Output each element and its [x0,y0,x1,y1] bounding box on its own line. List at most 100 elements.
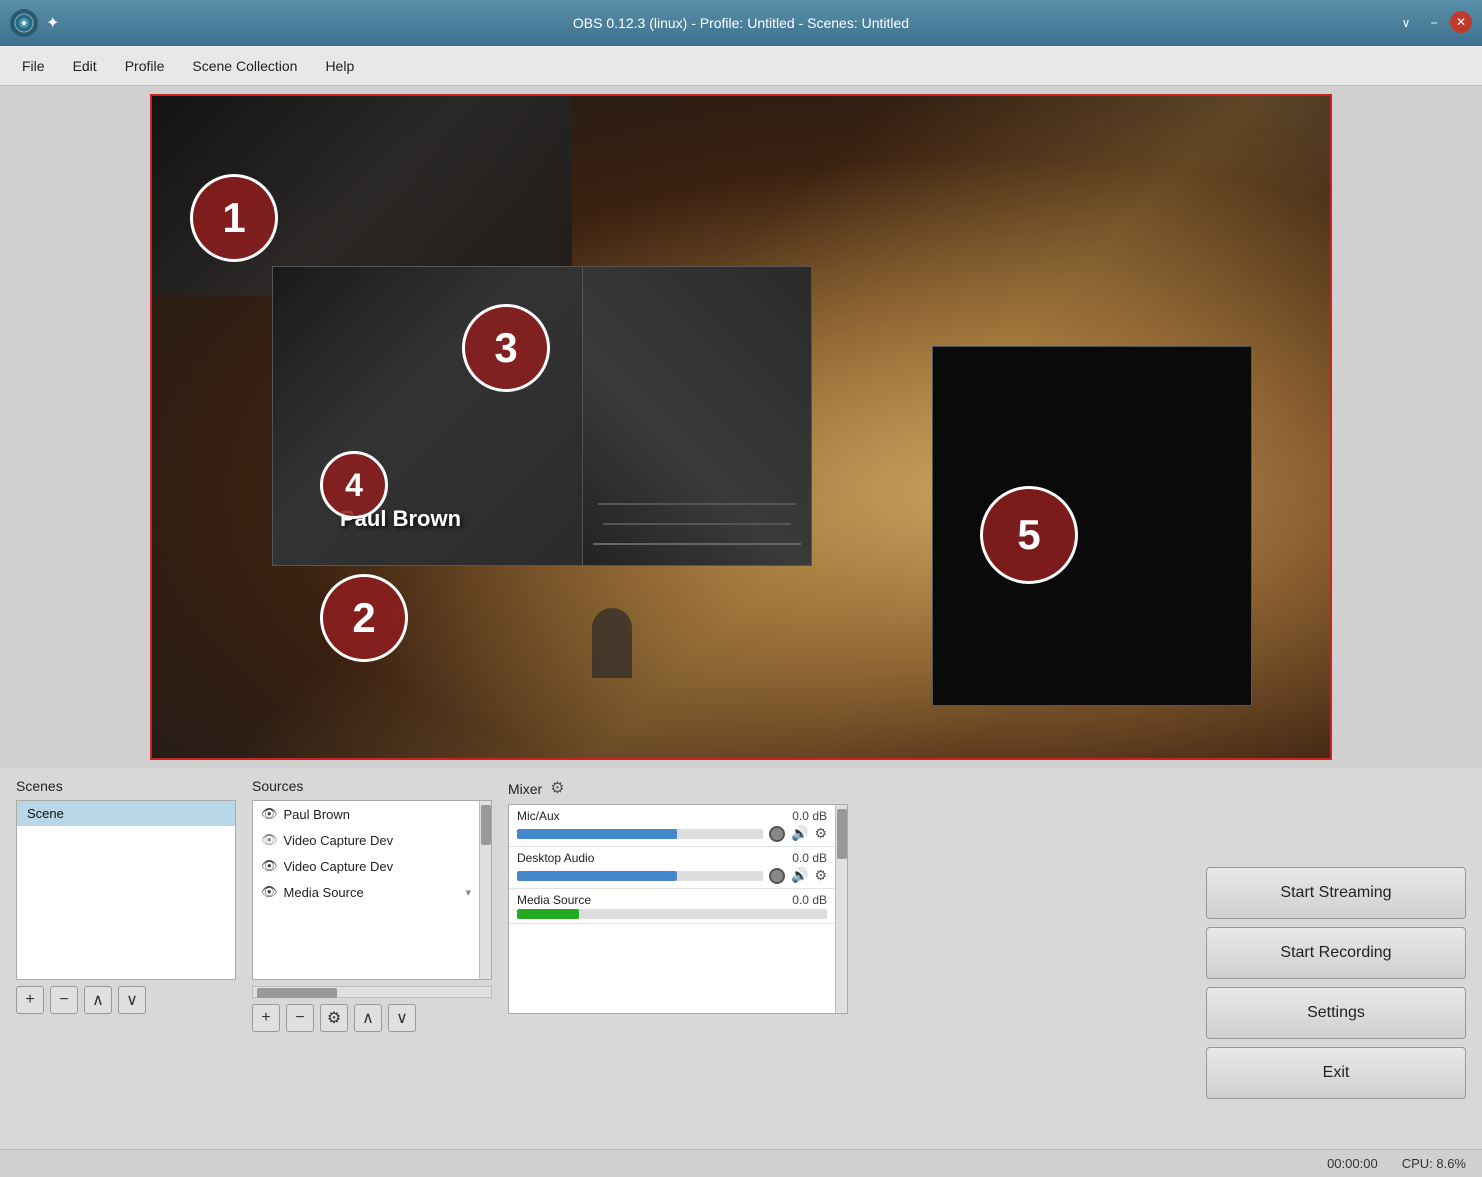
menu-profile[interactable]: Profile [113,54,177,78]
settings-btn[interactable]: Settings [1206,987,1466,1039]
sources-down-btn[interactable]: ∨ [388,1004,416,1032]
scenes-add-btn[interactable]: + [16,986,44,1014]
title-bar: ✦ OBS 0.12.3 (linux) - Profile: Untitled… [0,0,1482,46]
mixer-level-fill-1 [517,871,677,881]
scene-item-0[interactable]: Scene [17,801,235,826]
mixer-ch-header-0: Mic/Aux 0.0 dB [517,809,827,823]
sources-list-wrapper: 👁 Paul Brown 👁 Video Capture Dev 👁 Video… [252,800,492,980]
mixer-level-bar-0[interactable] [517,829,763,839]
sources-scroll-thumb [481,805,491,845]
eye-icon-1[interactable]: 👁 [261,832,278,848]
exit-btn[interactable]: Exit [1206,1047,1466,1099]
scene-circle-4: 4 [320,451,388,519]
source-item-3[interactable]: 👁 Media Source ▾ [253,879,479,905]
silhouette [592,608,632,678]
mixer-ch-db-2: 0.0 dB [792,893,827,907]
scenes-remove-btn[interactable]: − [50,986,78,1014]
scenes-up-btn[interactable]: ∧ [84,986,112,1014]
eye-icon-0[interactable]: 👁 [261,806,278,822]
mixer-channel-0: Mic/Aux 0.0 dB 🔊 ⚙ [509,805,835,847]
sources-gear-btn[interactable]: ⚙ [320,1004,348,1032]
source-item-2[interactable]: 👁 Video Capture Dev [253,853,479,879]
sources-list[interactable]: 👁 Paul Brown 👁 Video Capture Dev 👁 Video… [253,801,479,979]
sources-label: Sources [252,778,492,794]
mixer-header: Mixer ⚙ [508,778,848,800]
close-btn[interactable]: ✕ [1450,11,1472,33]
mixer-panel: Mixer ⚙ Mic/Aux 0.0 dB 🔊 [508,778,848,1167]
sources-scrollbar[interactable] [479,801,491,979]
source-item-1[interactable]: 👁 Video Capture Dev [253,827,479,853]
mixer-gear-0[interactable]: ⚙ [814,825,827,842]
sources-remove-btn[interactable]: − [286,1004,314,1032]
scene-circle-5: 5 [980,486,1078,584]
mixer-track-0: 🔊 ⚙ [517,825,827,842]
sub-preview-2 [582,266,812,566]
mixer-scroll-thumb [837,809,847,859]
source-dropdown-3[interactable]: ▾ [465,886,471,899]
mixer-level-fill-0 [517,829,677,839]
mixer-ch-name-0: Mic/Aux [517,809,560,823]
status-cpu: CPU: 8.6% [1402,1156,1466,1171]
mixer-knob-0[interactable] [769,826,785,842]
menu-scene-collection[interactable]: Scene Collection [180,54,309,78]
mixer-knob-1[interactable] [769,868,785,884]
mixer-track-2 [517,909,827,919]
mixer-level-bar-1[interactable] [517,871,763,881]
mixer-ch-header-1: Desktop Audio 0.0 dB [517,851,827,865]
scenes-list[interactable]: Scene [16,800,236,980]
sources-controls: + − ⚙ ∧ ∨ [252,1004,492,1032]
mixer-speaker-1[interactable]: 🔊 [791,867,808,884]
scene-circle-3: 3 [462,304,550,392]
mixer-ch-name-1: Desktop Audio [517,851,594,865]
scene-circle-2: 2 [320,574,408,662]
mixer-speaker-0[interactable]: 🔊 [791,825,808,842]
mixer-ch-name-2: Media Source [517,893,591,907]
source-item-0[interactable]: 👁 Paul Brown [253,801,479,827]
menu-edit[interactable]: Edit [61,54,109,78]
menu-bar: File Edit Profile Scene Collection Help [0,46,1482,86]
mixer-gear-1[interactable]: ⚙ [814,867,827,884]
window-title: OBS 0.12.3 (linux) - Profile: Untitled -… [573,15,909,31]
obs-icon [10,9,38,37]
scenes-panel: Scenes Scene + − ∧ ∨ [16,778,236,1167]
scenes-controls: + − ∧ ∨ [16,986,236,1014]
mixer-scroll-wrapper: Mic/Aux 0.0 dB 🔊 ⚙ Deskto [508,804,848,1014]
mixer-ch-db-0: 0.0 dB [792,809,827,823]
mixer-label: Mixer [508,781,542,797]
scene-circle-1: 1 [190,174,278,262]
sources-panel: Sources 👁 Paul Brown 👁 Video Capture Dev… [252,778,492,1167]
source-label-3: Media Source [284,885,364,900]
scenes-down-btn[interactable]: ∨ [118,986,146,1014]
source-label-1: Video Capture Dev [284,833,394,848]
mixer-level-fill-2 [517,909,579,919]
start-recording-btn[interactable]: Start Recording [1206,927,1466,979]
mixer-ch-db-1: 0.0 dB [792,851,827,865]
window-controls: ∨ − ✕ [1394,11,1472,35]
eye-icon-3[interactable]: 👁 [261,884,278,900]
mixer-level-bar-2[interactable] [517,909,827,919]
start-streaming-btn[interactable]: Start Streaming [1206,867,1466,919]
mixer-track-1: 🔊 ⚙ [517,867,827,884]
mixer-channel-1: Desktop Audio 0.0 dB 🔊 ⚙ [509,847,835,889]
mixer-channel-2: Media Source 0.0 dB [509,889,835,924]
status-bar: 00:00:00 CPU: 8.6% [0,1149,1482,1177]
eye-icon-2[interactable]: 👁 [261,858,278,874]
status-time: 00:00:00 [1327,1156,1378,1171]
sources-hscroll[interactable] [252,986,492,998]
mixer-gear-btn[interactable]: ⚙ [550,778,572,800]
right-panel: Start Streaming Start Recording Settings… [1206,778,1466,1167]
menu-help[interactable]: Help [313,54,366,78]
minimize-btn[interactable]: − [1422,11,1446,35]
bottom-panel: Scenes Scene + − ∧ ∨ Sources 👁 Paul Brow… [0,768,1482,1177]
sources-up-btn[interactable]: ∧ [354,1004,382,1032]
preview-area: Paul Brown 1 2 3 4 5 [150,94,1332,760]
sources-hscroll-thumb [257,988,337,998]
source-label-2: Video Capture Dev [284,859,394,874]
extra-icon: ✦ [46,13,59,33]
dropdown-btn[interactable]: ∨ [1394,11,1418,35]
sources-add-btn[interactable]: + [252,1004,280,1032]
menu-file[interactable]: File [10,54,57,78]
scenes-label: Scenes [16,778,236,794]
mixer-ch-header-2: Media Source 0.0 dB [517,893,827,907]
mixer-scrollbar[interactable] [835,805,847,1013]
